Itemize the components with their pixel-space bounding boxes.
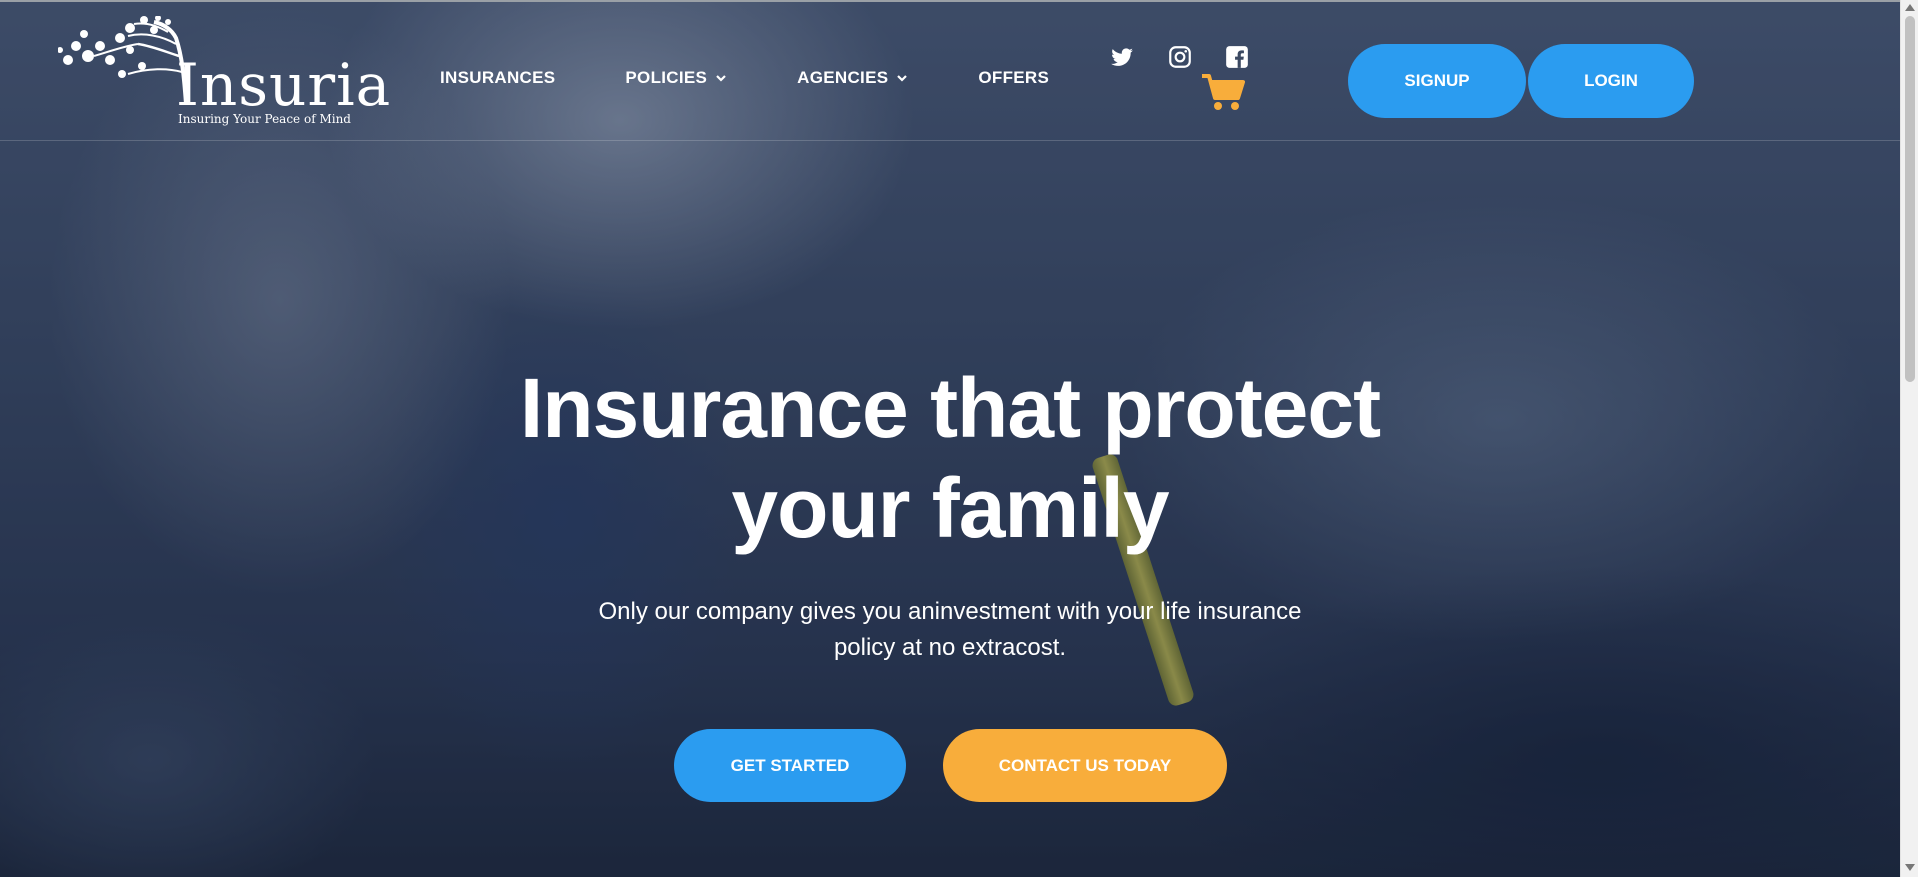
brand-tagline: Insuring Your Peace of Mind (178, 112, 351, 126)
instagram-icon[interactable] (1167, 44, 1193, 70)
hero-subtitle-line2: policy at no extracost. (833, 634, 1067, 661)
nav-item-label: POLICIES (625, 68, 708, 87)
site-header: Insuria Insuring Your Peace of Mind INSU… (0, 0, 1900, 141)
login-button[interactable]: LOGIN (1528, 44, 1694, 118)
hero-subtitle: Only our company gives you aninvestment … (560, 594, 1340, 666)
chevron-down-icon (897, 75, 908, 82)
nav-item-offers[interactable]: OFFERS (978, 68, 1049, 88)
nav-item-label: AGENCIES (797, 68, 889, 87)
hero-subtitle-line1: Only our company gives you aninvestment … (598, 598, 1302, 625)
scrollbar-thumb[interactable] (1905, 16, 1915, 382)
shopping-cart-icon[interactable] (1200, 72, 1246, 112)
brand-name: Insuria (176, 51, 392, 119)
nav-item-agencies[interactable]: AGENCIES (797, 68, 908, 88)
nav-item-label: INSURANCES (440, 68, 556, 87)
chevron-down-icon (716, 75, 726, 82)
scroll-up-arrow-icon[interactable] (1905, 4, 1915, 11)
nav-item-policies[interactable]: POLICIES (625, 68, 727, 88)
vertical-scrollbar[interactable] (1900, 0, 1918, 877)
contact-us-button[interactable]: CONTACT US TODAY (943, 729, 1227, 802)
brand-logo[interactable]: Insuria Insuring Your Peace of Mind (58, 16, 390, 128)
facebook-icon[interactable] (1224, 44, 1250, 70)
nav-item-insurances[interactable]: INSURANCES (440, 68, 555, 88)
hero-title: Insurance that protect your family (450, 358, 1450, 558)
get-started-button[interactable]: GET STARTED (674, 729, 906, 802)
page: Insuria Insuring Your Peace of Mind INSU… (0, 0, 1918, 877)
main-navigation: INSURANCES POLICIES AGENCIES OFFERS (440, 68, 1119, 88)
hero-title-line1: Insurance that protect (519, 361, 1381, 455)
scroll-down-arrow-icon[interactable] (1905, 864, 1915, 871)
hero-title-line2: your family (731, 461, 1169, 555)
twitter-icon[interactable] (1109, 44, 1135, 70)
signup-button[interactable]: SIGNUP (1348, 44, 1526, 118)
nav-item-label: OFFERS (978, 68, 1050, 87)
